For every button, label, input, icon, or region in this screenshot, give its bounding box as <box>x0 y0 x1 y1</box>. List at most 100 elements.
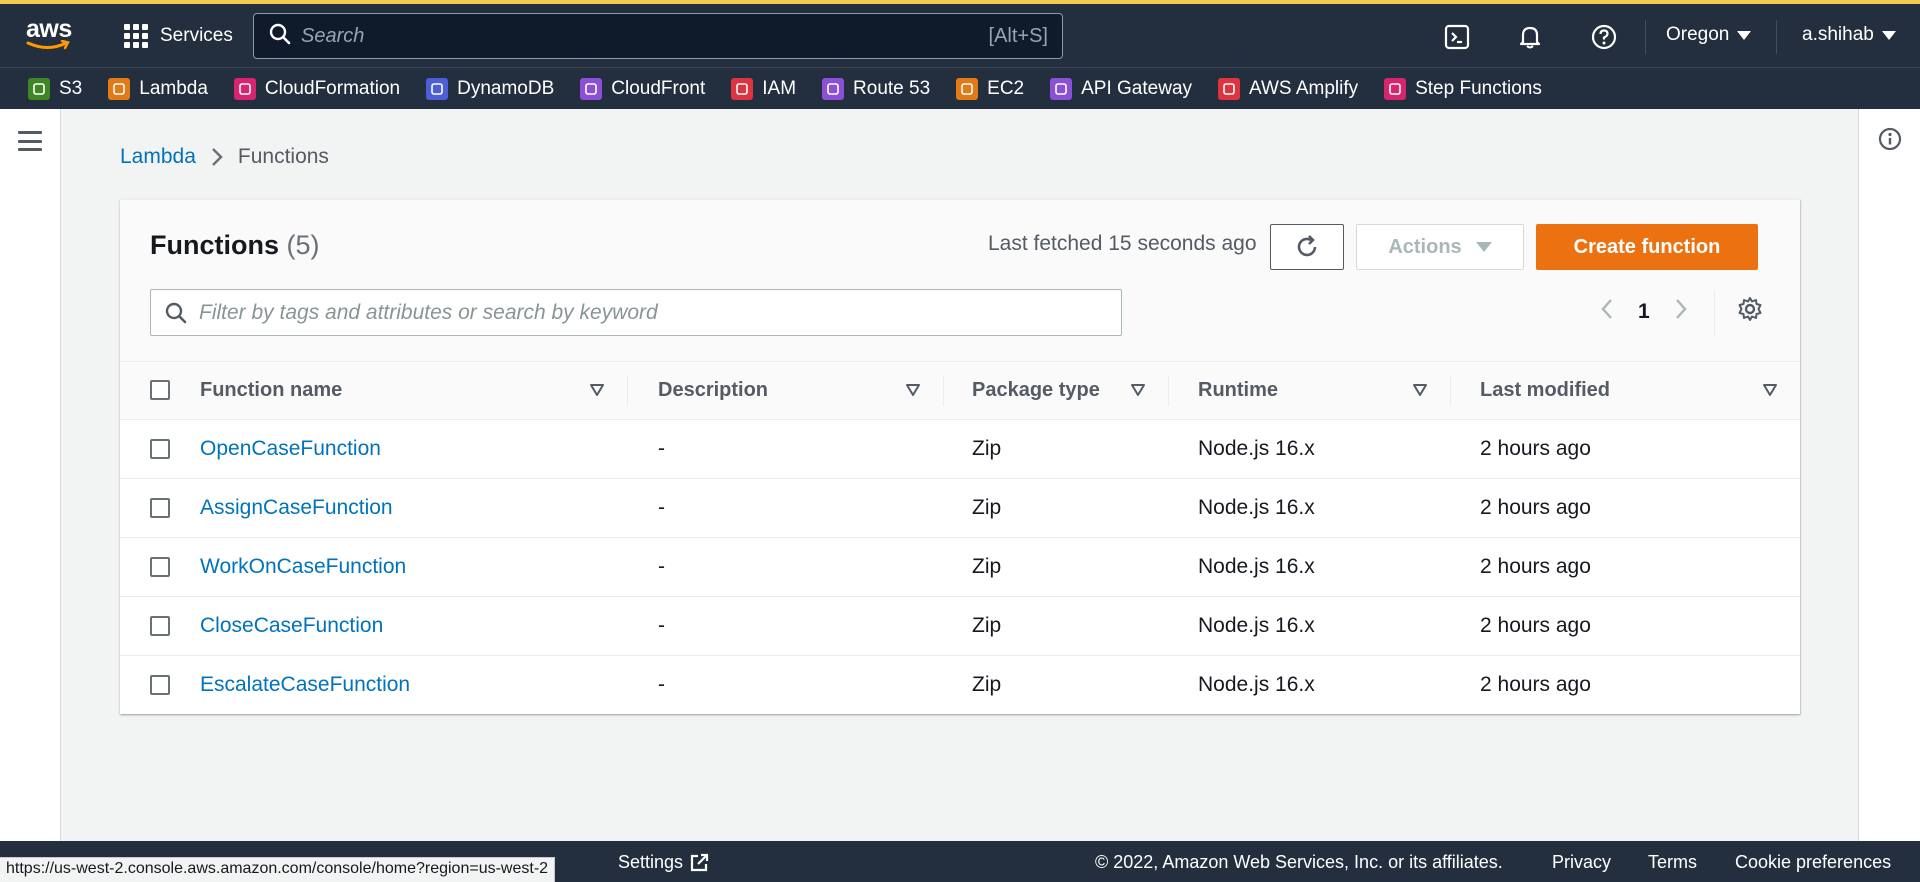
ec2-icon <box>956 77 979 100</box>
package-type-cell: Zip <box>972 495 1002 519</box>
cloudfront-icon <box>580 77 603 100</box>
search-input[interactable] <box>301 24 989 48</box>
function-name-link[interactable]: OpenCaseFunction <box>200 437 381 460</box>
description-cell: - <box>658 495 665 519</box>
filter-input[interactable] <box>199 300 1121 325</box>
side-navigation-rail <box>0 109 61 841</box>
aws-logo[interactable]: aws <box>26 17 76 54</box>
function-name-link[interactable]: AssignCaseFunction <box>200 496 393 519</box>
page-number[interactable]: 1 <box>1638 300 1650 324</box>
chevron-right-icon[interactable] <box>1674 297 1688 327</box>
favorite-apigateway[interactable]: API Gateway <box>1050 77 1193 100</box>
iam-icon <box>731 77 754 100</box>
runtime-cell: Node.js 16.x <box>1198 613 1315 637</box>
function-name-link[interactable]: EscalateCaseFunction <box>200 673 410 696</box>
cookie-preferences-link[interactable]: Cookie preferences <box>1735 852 1891 873</box>
actions-dropdown[interactable]: Actions <box>1356 224 1524 270</box>
favorite-cloudfront[interactable]: CloudFront <box>580 77 705 100</box>
function-name-link[interactable]: CloseCaseFunction <box>200 614 383 637</box>
column-label: Package type <box>972 378 1100 401</box>
copyright-text: © 2022, Amazon Web Services, Inc. or its… <box>1095 852 1503 872</box>
search-shortcut: [Alt+S] <box>988 24 1048 47</box>
chevron-right-icon <box>210 146 224 168</box>
package-type-cell: Zip <box>972 672 1002 696</box>
last-modified-cell: 2 hours ago <box>1480 554 1591 578</box>
runtime-cell: Node.js 16.x <box>1198 495 1315 519</box>
description-cell: - <box>658 672 665 696</box>
column-header-description[interactable]: Description <box>627 362 943 419</box>
favorite-iam[interactable]: IAM <box>731 77 796 100</box>
info-icon[interactable] <box>1878 127 1902 156</box>
create-function-button[interactable]: Create function <box>1536 224 1758 270</box>
functions-panel: Functions (5) Last fetched 15 seconds ag… <box>120 199 1800 714</box>
column-label: Last modified <box>1480 378 1611 401</box>
favorite-ec2[interactable]: EC2 <box>956 77 1024 100</box>
favorite-label: API Gateway <box>1081 77 1193 99</box>
description-cell: - <box>658 436 665 460</box>
settings-link[interactable]: Settings <box>618 852 709 873</box>
sort-icon <box>906 384 920 397</box>
favorite-stepfunctions[interactable]: Step Functions <box>1384 77 1542 100</box>
favorite-s3[interactable]: S3 <box>28 77 82 100</box>
favorite-route53[interactable]: Route 53 <box>822 77 930 100</box>
row-checkbox[interactable] <box>150 438 170 459</box>
privacy-link[interactable]: Privacy <box>1552 852 1611 873</box>
function-name-link[interactable]: WorkOnCaseFunction <box>200 555 406 578</box>
caret-down-icon <box>1737 30 1752 40</box>
column-header-function-name[interactable]: Function name <box>200 362 627 419</box>
account-menu[interactable]: a.shihab <box>1802 24 1896 46</box>
chevron-left-icon[interactable] <box>1600 297 1614 327</box>
cloudshell-icon[interactable] <box>1443 23 1471 51</box>
apigateway-icon <box>1050 77 1073 100</box>
column-label: Description <box>658 378 769 401</box>
favorites-bar: S3 Lambda CloudFormation DynamoDB CloudFront… <box>0 67 1920 109</box>
refresh-button[interactable] <box>1270 224 1344 270</box>
select-all-checkbox[interactable] <box>150 380 170 401</box>
last-modified-cell: 2 hours ago <box>1480 495 1591 519</box>
gear-icon[interactable] <box>1737 296 1763 327</box>
filter-box[interactable] <box>150 289 1122 336</box>
top-navigation: aws Services [Alt+S] Oregon a.shihab <box>0 0 1920 67</box>
region-selector[interactable]: Oregon <box>1666 24 1752 46</box>
table-row: OpenCaseFunction - Zip Node.js 16.x 2 hours … <box>120 419 1800 478</box>
caret-down-icon <box>1475 242 1492 252</box>
row-checkbox[interactable] <box>150 497 170 518</box>
row-checkbox[interactable] <box>150 615 170 636</box>
breadcrumb-current: Functions <box>237 145 329 168</box>
account-label: a.shihab <box>1802 24 1874 45</box>
global-search[interactable]: [Alt+S] <box>253 13 1063 59</box>
settings-label: Settings <box>618 852 684 872</box>
menu-icon[interactable] <box>18 131 42 151</box>
stepfunctions-icon <box>1384 77 1407 100</box>
runtime-cell: Node.js 16.x <box>1198 436 1315 460</box>
terms-link[interactable]: Terms <box>1648 852 1697 873</box>
pagination: 1 <box>1600 297 1688 327</box>
sort-icon <box>1413 384 1427 397</box>
amplify-icon <box>1218 77 1241 100</box>
runtime-cell: Node.js 16.x <box>1198 554 1315 578</box>
column-header-last-modified[interactable]: Last modified <box>1450 362 1800 419</box>
column-header-runtime[interactable]: Runtime <box>1168 362 1450 419</box>
package-type-cell: Zip <box>972 436 1002 460</box>
functions-table: Function name Description Package type R… <box>120 362 1800 714</box>
table-row: AssignCaseFunction - Zip Node.js 16.x 2 hour… <box>120 478 1800 537</box>
status-bar-url: https://us-west-2.console.aws.amazon.com… <box>0 857 556 882</box>
services-menu[interactable]: Services <box>124 21 233 51</box>
favorite-amplify[interactable]: AWS Amplify <box>1218 77 1358 100</box>
caret-down-icon <box>1881 30 1896 40</box>
favorite-dynamodb[interactable]: DynamoDB <box>426 77 554 100</box>
column-header-package-type[interactable]: Package type <box>943 362 1168 419</box>
services-label: Services <box>160 25 233 46</box>
last-fetched-text: Last fetched 15 seconds ago <box>988 232 1257 255</box>
column-label: Runtime <box>1198 378 1278 401</box>
row-checkbox[interactable] <box>150 675 170 696</box>
row-checkbox[interactable] <box>150 556 170 577</box>
s3-icon <box>28 77 50 100</box>
breadcrumb-lambda-link[interactable]: Lambda <box>120 145 196 169</box>
favorite-cloudformation[interactable]: CloudFormation <box>233 77 400 100</box>
table-body: OpenCaseFunction - Zip Node.js 16.x 2 hours … <box>120 419 1800 714</box>
favorite-lambda[interactable]: Lambda <box>108 77 208 100</box>
grid-icon <box>124 24 148 48</box>
help-icon[interactable] <box>1590 23 1618 51</box>
bell-icon[interactable] <box>1516 23 1544 51</box>
